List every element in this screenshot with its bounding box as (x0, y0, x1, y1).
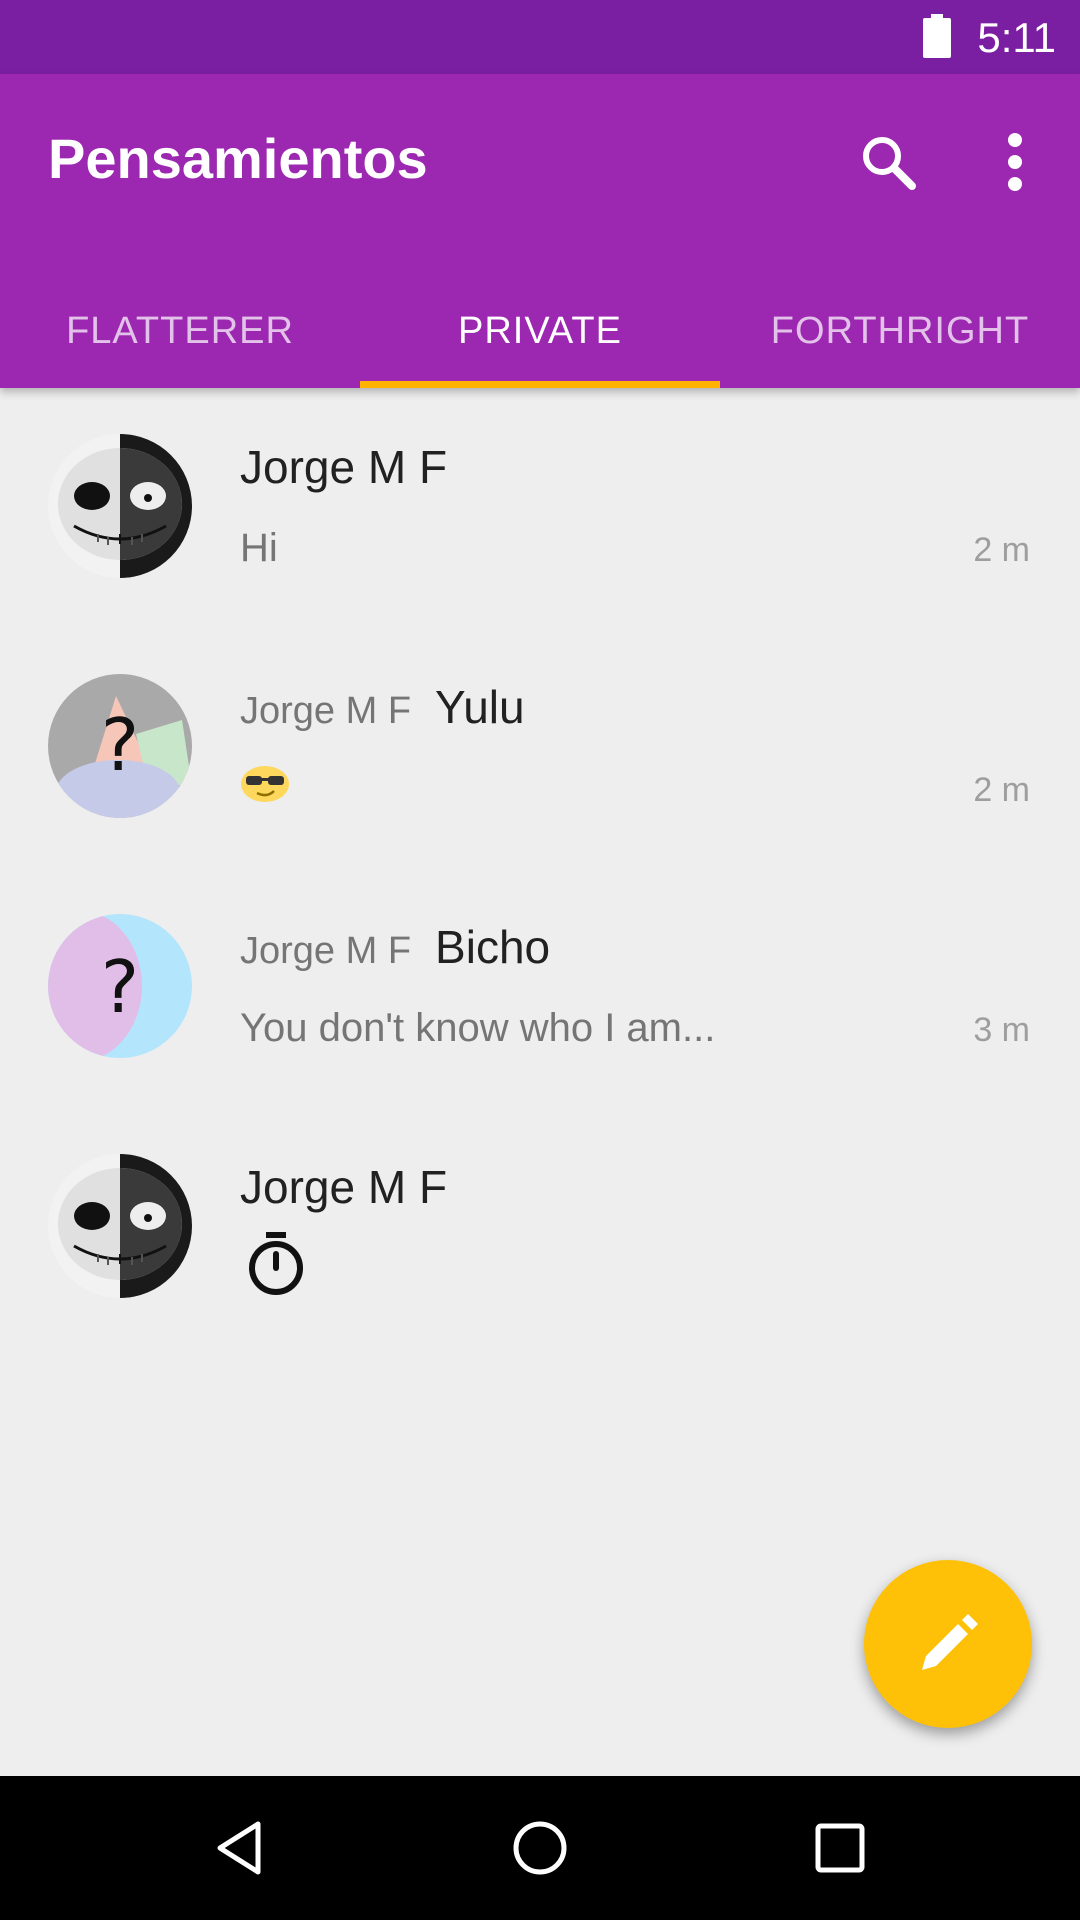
edit-pencil-icon (922, 1614, 978, 1670)
search-icon (863, 137, 916, 190)
search-button[interactable] (850, 124, 926, 200)
compose-button[interactable] (864, 1560, 1032, 1728)
tab-label: PRIVATE (458, 309, 622, 352)
home-button[interactable] (492, 1800, 588, 1896)
app-bar: Pensamientos FLATTERER PRIVATE FORTHRIGH… (0, 74, 1080, 388)
list-item[interactable]: Jorge M F Hi 2 m (0, 388, 1080, 628)
recents-icon (815, 1823, 865, 1873)
screen: 5:11 Pensamientos FLATTERER PRIVATE FORT… (0, 0, 1080, 1920)
tab-flatterer[interactable]: FLATTERER (0, 274, 360, 388)
more-vert-icon (1008, 133, 1022, 191)
message-header: Jorge M F (240, 440, 447, 504)
app-title: Pensamientos (48, 127, 428, 190)
tab-forthright[interactable]: FORTHRIGHT (720, 274, 1080, 388)
status-time: 5:11 (977, 14, 1056, 61)
tab-bar: FLATTERER PRIVATE FORTHRIGHT (0, 274, 1080, 388)
sender-name: Jorge M F (240, 930, 412, 972)
navigation-bar (0, 1776, 1080, 1920)
battery-full-icon (923, 14, 951, 58)
message-header: Jorge M F Bicho (240, 920, 550, 984)
timer-icon (249, 1232, 303, 1295)
sender-name: Jorge M F (240, 1161, 448, 1213)
svg-text:?: ? (101, 945, 139, 1029)
recents-button[interactable] (792, 1800, 888, 1896)
recipient-name: Yulu (435, 681, 525, 733)
back-button[interactable] (192, 1800, 288, 1896)
message-time: 2 m (973, 531, 1030, 569)
status-bar: 5:11 (0, 0, 1080, 74)
back-icon (217, 1821, 261, 1875)
recipient-name: Bicho (435, 921, 551, 973)
list-item[interactable]: ? Jorge M F Yulu 2 m (0, 628, 1080, 868)
message-preview: Hi (240, 526, 278, 570)
svg-text:?: ? (101, 703, 139, 787)
anonymous-avatar: ? (48, 914, 192, 1058)
message-time: 2 m (973, 771, 1030, 809)
message-preview: You don't know who I am... (240, 1006, 716, 1050)
sender-name: Jorge M F (240, 690, 412, 732)
jack-skellington-avatar (48, 434, 192, 578)
message-header: Jorge M F Yulu (240, 680, 525, 744)
anonymous-avatar: ? (48, 674, 192, 818)
tab-label: FLATTERER (66, 309, 294, 352)
list-item[interactable]: Jorge M F (0, 1108, 1080, 1348)
sunglasses-emoji-icon (241, 766, 289, 802)
home-icon (513, 1821, 567, 1875)
tab-indicator (360, 381, 720, 388)
jack-skellington-avatar (48, 1154, 192, 1298)
list-item[interactable]: ? Jorge M F Bicho You don't know who I a… (0, 868, 1080, 1108)
sender-name: Jorge M F (240, 441, 448, 493)
tab-label: FORTHRIGHT (770, 309, 1030, 352)
more-options-button[interactable] (985, 124, 1045, 200)
message-list: Jorge M F Hi 2 m ? Jorge M F Yulu 2 m ? … (0, 388, 1080, 1348)
message-time: 3 m (973, 1011, 1030, 1049)
message-header: Jorge M F (240, 1160, 447, 1224)
tab-private[interactable]: PRIVATE (360, 274, 720, 388)
